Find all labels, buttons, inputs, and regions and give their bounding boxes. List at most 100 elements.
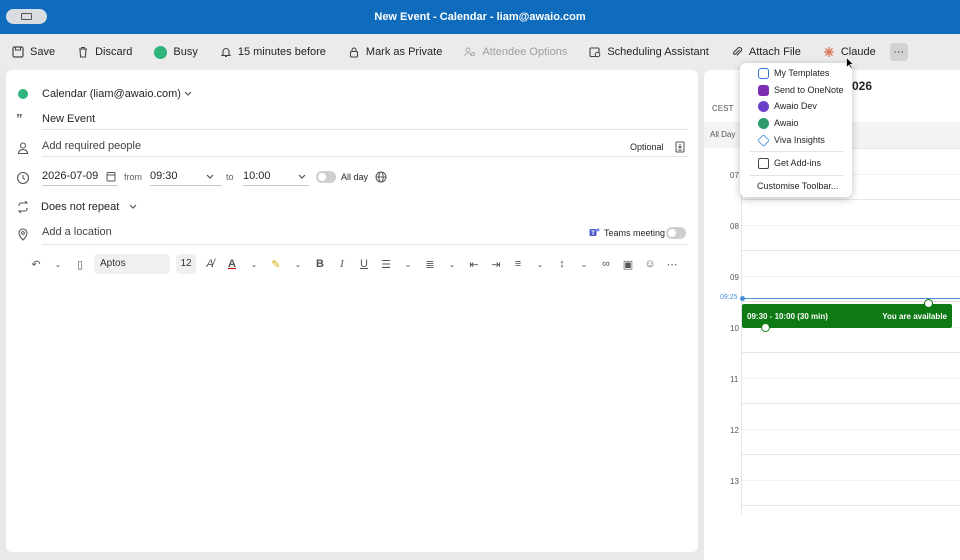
calendar-date-title: 026	[852, 79, 873, 93]
highlight-chevron-icon[interactable]: ⌄	[290, 260, 306, 269]
bullet-list-icon[interactable]: ☰	[378, 258, 394, 271]
new-event-block[interactable]: 09:30 - 10:00 (30 min) You are available	[742, 304, 952, 328]
trash-icon	[79, 46, 88, 58]
more-options-button[interactable]: ···	[889, 43, 908, 61]
paperclip-icon	[732, 46, 742, 56]
underline-icon[interactable]: U	[356, 258, 372, 270]
end-time-chevron-icon[interactable]	[298, 174, 306, 180]
claude-icon	[823, 47, 834, 57]
to-label: to	[226, 172, 234, 182]
reminder-button[interactable]: 15 minutes before	[220, 46, 326, 58]
format-painter-icon[interactable]: A̸	[202, 258, 218, 270]
save-icon	[12, 46, 24, 58]
menu-item-viva-insights[interactable]: Viva Insights	[740, 132, 852, 148]
window-title: New Event - Calendar - liam@awaio.com	[374, 11, 586, 23]
event-availability: You are available	[882, 311, 947, 321]
hour-label: 10	[730, 324, 739, 333]
align-chevron-icon[interactable]: ⌄	[532, 260, 548, 269]
save-button[interactable]: Save	[12, 46, 55, 58]
font-color-icon[interactable]: A	[224, 258, 240, 270]
link-icon[interactable]: ∞	[598, 258, 614, 270]
formatting-toolbar: ↶ ⌄ ▯ Aptos 12 A̸ A ⌄ ✎ ⌄ B I U ☰ ⌄ ≣ ⌄ …	[28, 254, 680, 274]
mark-private-button[interactable]: Mark as Private	[348, 46, 442, 58]
highlight-icon[interactable]: ✎	[268, 258, 284, 271]
image-icon[interactable]: ▣	[620, 258, 636, 271]
location-input[interactable]: Add a location	[42, 226, 112, 238]
person-icon	[17, 142, 29, 155]
align-icon[interactable]: ≡	[510, 258, 526, 270]
emoji-icon[interactable]: ☺	[642, 258, 658, 270]
busy-status-icon	[154, 45, 168, 59]
menu-item-awaio-dev[interactable]: Awaio Dev	[740, 98, 852, 114]
menu-item-customise-toolbar[interactable]: Customise Toolbar...	[740, 178, 852, 194]
repeat-selector[interactable]: Does not repeat	[41, 201, 119, 213]
teams-meeting-label: Teams meeting	[604, 228, 666, 238]
onenote-icon	[758, 84, 769, 96]
more-formatting-icon[interactable]: ⋯	[664, 258, 680, 271]
event-resize-handle-top[interactable]	[924, 299, 933, 308]
location-pin-icon	[18, 228, 28, 241]
numbered-list-icon[interactable]: ≣	[422, 258, 438, 271]
bold-icon[interactable]: B	[312, 258, 328, 270]
globe-icon[interactable]	[375, 171, 387, 183]
font-color-chevron-icon[interactable]: ⌄	[246, 260, 262, 269]
discard-button[interactable]: Discard	[77, 46, 132, 58]
hour-label: 13	[730, 477, 739, 486]
event-resize-handle-bottom[interactable]	[761, 323, 770, 332]
bell-icon	[220, 48, 232, 58]
repeat-chevron-icon[interactable]	[129, 204, 137, 210]
bullet-list-chevron-icon[interactable]: ⌄	[400, 260, 416, 269]
viva-insights-icon	[757, 133, 770, 147]
hour-label: 08	[730, 222, 739, 231]
event-body-editor[interactable]	[16, 280, 688, 542]
increase-indent-icon[interactable]: ⇥	[488, 258, 504, 271]
menu-item-awaio[interactable]: Awaio	[740, 115, 852, 131]
calendar-selector[interactable]: Calendar (liam@awaio.com)	[42, 88, 181, 100]
hour-label: 07	[730, 171, 739, 180]
attach-file-button[interactable]: Attach File	[731, 46, 801, 58]
awaio-dev-icon	[758, 100, 769, 112]
hour-label: 12	[730, 426, 739, 435]
lock-icon	[349, 47, 358, 58]
numbered-list-chevron-icon[interactable]: ⌄	[444, 260, 460, 269]
templates-icon	[758, 67, 769, 79]
calendar-picker-icon[interactable]	[106, 171, 116, 182]
start-time-chevron-icon[interactable]	[206, 174, 214, 180]
event-title-input[interactable]: New Event	[42, 113, 95, 125]
chevron-down-icon[interactable]	[184, 91, 192, 97]
clock-icon	[16, 171, 30, 185]
font-size-selector[interactable]: 12	[176, 254, 196, 274]
busy-status-button[interactable]: Busy	[154, 45, 198, 59]
teams-meeting-toggle[interactable]	[666, 227, 686, 239]
all-day-row-label: All Day	[710, 130, 736, 139]
hour-label: 09	[730, 273, 739, 282]
undo-icon[interactable]: ↶	[28, 258, 44, 271]
svg-text:T: T	[591, 231, 595, 237]
teams-icon: T	[589, 228, 600, 237]
optional-people-button[interactable]: Optional	[630, 142, 664, 152]
menu-item-my-templates[interactable]: My Templates	[740, 65, 852, 81]
mouse-cursor-icon	[846, 57, 854, 69]
menu-item-get-addins[interactable]: Get Add-ins	[740, 155, 852, 171]
required-people-input[interactable]: Add required people	[42, 140, 141, 152]
font-family-selector[interactable]: Aptos	[94, 254, 170, 274]
event-form: Calendar (liam@awaio.com) ” New Event Ad…	[6, 70, 698, 552]
clipboard-icon[interactable]: ▯	[72, 258, 88, 271]
line-spacing-icon[interactable]: ↕	[554, 258, 570, 270]
attendee-options-button[interactable]: Attendee Options	[464, 46, 567, 58]
repeat-icon	[17, 200, 29, 214]
title-bar: New Event - Calendar - liam@awaio.com	[0, 0, 960, 34]
menu-item-send-to-onenote[interactable]: Send to OneNote	[740, 82, 852, 98]
line-spacing-chevron-icon[interactable]: ⌄	[576, 260, 592, 269]
sidebar-toggle-button[interactable]	[6, 9, 47, 24]
more-options-menu: My Templates Send to OneNote Awaio Dev A…	[740, 63, 852, 197]
event-time-range: 09:30 - 10:00 (30 min)	[747, 311, 828, 321]
hour-label: 11	[730, 375, 739, 384]
decrease-indent-icon[interactable]: ⇤	[466, 258, 482, 271]
all-day-toggle[interactable]	[316, 171, 336, 183]
scheduling-assistant-button[interactable]: Scheduling Assistant	[589, 46, 709, 58]
all-day-label: All day	[341, 172, 369, 182]
undo-chevron-icon[interactable]: ⌄	[50, 260, 66, 269]
address-book-icon[interactable]	[675, 141, 685, 153]
italic-icon[interactable]: I	[334, 258, 350, 270]
